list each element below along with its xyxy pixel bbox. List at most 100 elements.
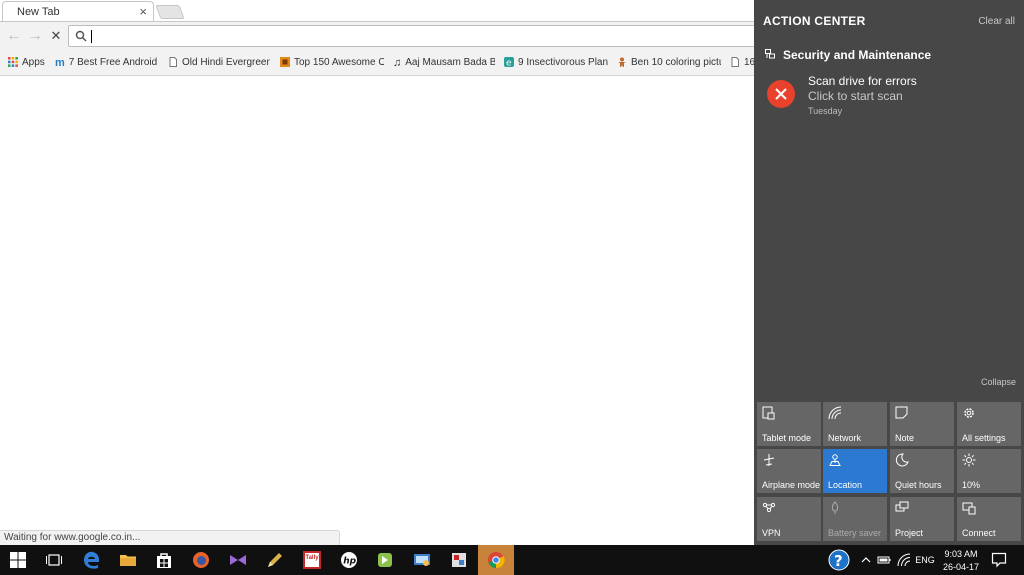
forward-button[interactable]: → xyxy=(25,26,45,46)
quick-action-connect[interactable]: Connect xyxy=(957,497,1021,541)
bookmark-label: 16 xyxy=(744,57,754,68)
bookmark-insectivorous[interactable]: e 9 Insectivorous Plants xyxy=(504,57,608,71)
bookmark-label: Aaj Mausam Bada Be xyxy=(405,57,495,68)
taskbar-pencil-app[interactable] xyxy=(257,545,293,575)
clock-time[interactable]: 9:03 AM xyxy=(938,549,984,559)
tab-new-tab[interactable]: New Tab × xyxy=(2,1,154,22)
notification-group-title[interactable]: Security and Maintenance xyxy=(783,48,931,62)
search-icon xyxy=(75,30,87,42)
clear-all-button[interactable]: Clear all xyxy=(978,16,1015,27)
store-icon xyxy=(157,553,171,568)
quick-action-label: Project xyxy=(895,528,924,538)
hp-icon: hp xyxy=(341,552,357,568)
firefox-icon xyxy=(193,552,209,568)
quick-action-label: Network xyxy=(828,433,862,443)
quick-action-label: Battery saver xyxy=(828,528,882,538)
bookmarks-bar: Apps m7 Best Free Android A Old Hindi Ev… xyxy=(0,50,754,76)
taskbar-file-explorer[interactable] xyxy=(110,545,146,575)
taskbar-store[interactable] xyxy=(146,545,182,575)
quick-action-brightness[interactable]: 10% xyxy=(957,449,1021,493)
action-center-button[interactable] xyxy=(991,552,1007,568)
taskbar-visual-studio[interactable] xyxy=(220,545,256,575)
bookmark-ben-10[interactable]: Ben 10 coloring pictu xyxy=(617,57,721,71)
bookmark-16[interactable]: 16 xyxy=(730,57,754,71)
m-favicon: m xyxy=(55,57,65,69)
status-bubble: Waiting for www.google.co.in... xyxy=(0,530,340,545)
moon-icon xyxy=(895,453,909,467)
chrome-icon xyxy=(488,552,505,569)
taskbar-edge[interactable] xyxy=(74,545,110,575)
quick-action-label: Tablet mode xyxy=(762,433,812,443)
quick-action-network[interactable]: Network xyxy=(823,402,887,446)
airplane-icon xyxy=(763,454,775,466)
bookmark-label: Apps xyxy=(22,57,45,68)
text-caret xyxy=(91,30,92,43)
help-button[interactable]: ? xyxy=(828,549,850,571)
quick-action-note[interactable]: Note xyxy=(890,402,954,446)
show-hidden-icons-button[interactable] xyxy=(861,553,871,567)
start-button[interactable] xyxy=(0,545,36,575)
quick-action-project[interactable]: Project xyxy=(890,497,954,541)
taskbar-chrome[interactable] xyxy=(478,545,514,575)
bookmark-label: Ben 10 coloring pictu xyxy=(631,57,721,68)
help-icon: ? xyxy=(828,549,850,571)
taskbar-tools-app[interactable] xyxy=(441,545,477,575)
quick-action-tablet-mode[interactable]: Tablet mode xyxy=(757,402,821,446)
chevron-up-icon xyxy=(861,557,871,563)
taskbar-control-panel[interactable] xyxy=(404,545,440,575)
bookmark-top-150[interactable]: Top 150 Awesome Ol xyxy=(280,57,384,71)
quick-action-quiet-hours[interactable]: Quiet hours xyxy=(890,449,954,493)
taskbar-hp[interactable]: hp xyxy=(331,545,367,575)
taskbar-tally[interactable]: Tally xyxy=(294,545,330,575)
network-icon xyxy=(828,406,842,420)
address-bar[interactable] xyxy=(68,25,768,47)
connect-icon xyxy=(962,502,976,515)
wifi-button[interactable] xyxy=(897,553,911,567)
bookmark-old-hindi[interactable]: Old Hindi Evergreen S xyxy=(168,57,270,71)
tablet-mode-icon xyxy=(762,406,775,420)
tab-title: New Tab xyxy=(17,6,60,18)
stop-button[interactable]: ✕ xyxy=(46,26,66,46)
browser-toolbar: ← → ✕ xyxy=(0,22,768,50)
file-explorer-icon xyxy=(120,555,136,566)
language-indicator[interactable]: ENG xyxy=(914,555,936,565)
battery-button[interactable] xyxy=(877,553,891,567)
taskbar-green-app[interactable] xyxy=(367,545,403,575)
tally-icon: Tally xyxy=(303,551,321,569)
quick-action-label: Quiet hours xyxy=(895,480,942,490)
music-note-icon: ♫ xyxy=(393,57,402,69)
page-icon xyxy=(169,57,177,67)
quick-action-battery-saver[interactable]: Battery saver xyxy=(823,497,887,541)
address-input[interactable] xyxy=(91,28,731,44)
notification-scan-drive[interactable]: Scan drive for errors Click to start sca… xyxy=(762,70,1016,122)
note-icon xyxy=(895,406,908,419)
quick-action-vpn[interactable]: VPN xyxy=(757,497,821,541)
visual-studio-icon xyxy=(230,555,246,565)
bookmark-android[interactable]: m7 Best Free Android A xyxy=(55,57,159,71)
bookmark-label: Old Hindi Evergreen S xyxy=(182,57,270,68)
new-tab-button[interactable] xyxy=(155,5,185,19)
notification-title: Scan drive for errors xyxy=(808,74,917,88)
svg-text:e: e xyxy=(506,59,512,68)
quick-action-location[interactable]: Location xyxy=(823,449,887,493)
back-button[interactable]: ← xyxy=(4,26,24,46)
control-panel-icon xyxy=(414,554,430,566)
brightness-icon xyxy=(962,453,976,467)
quick-action-label: All settings xyxy=(962,433,1006,443)
quick-action-airplane-mode[interactable]: Airplane mode xyxy=(757,449,821,493)
quick-action-all-settings[interactable]: All settings xyxy=(957,402,1021,446)
tab-close-icon[interactable]: × xyxy=(139,4,147,19)
action-center-panel: ACTION CENTER Clear all Security and Mai… xyxy=(754,0,1024,545)
battery-icon xyxy=(877,556,891,564)
bookmark-apps[interactable]: Apps xyxy=(8,57,52,71)
security-maintenance-icon xyxy=(765,49,775,59)
tab-strip: New Tab × xyxy=(0,0,754,22)
clock-date[interactable]: 26-04-17 xyxy=(938,562,984,572)
collapse-button[interactable]: Collapse xyxy=(981,377,1016,387)
bookmark-aaj-mausam[interactable]: ♫ Aaj Mausam Bada Be xyxy=(393,57,495,71)
task-view-button[interactable] xyxy=(36,545,72,575)
project-icon xyxy=(895,501,909,512)
taskbar-firefox[interactable] xyxy=(183,545,219,575)
notification-icon xyxy=(991,552,1007,568)
pencil-app-icon xyxy=(268,553,282,567)
